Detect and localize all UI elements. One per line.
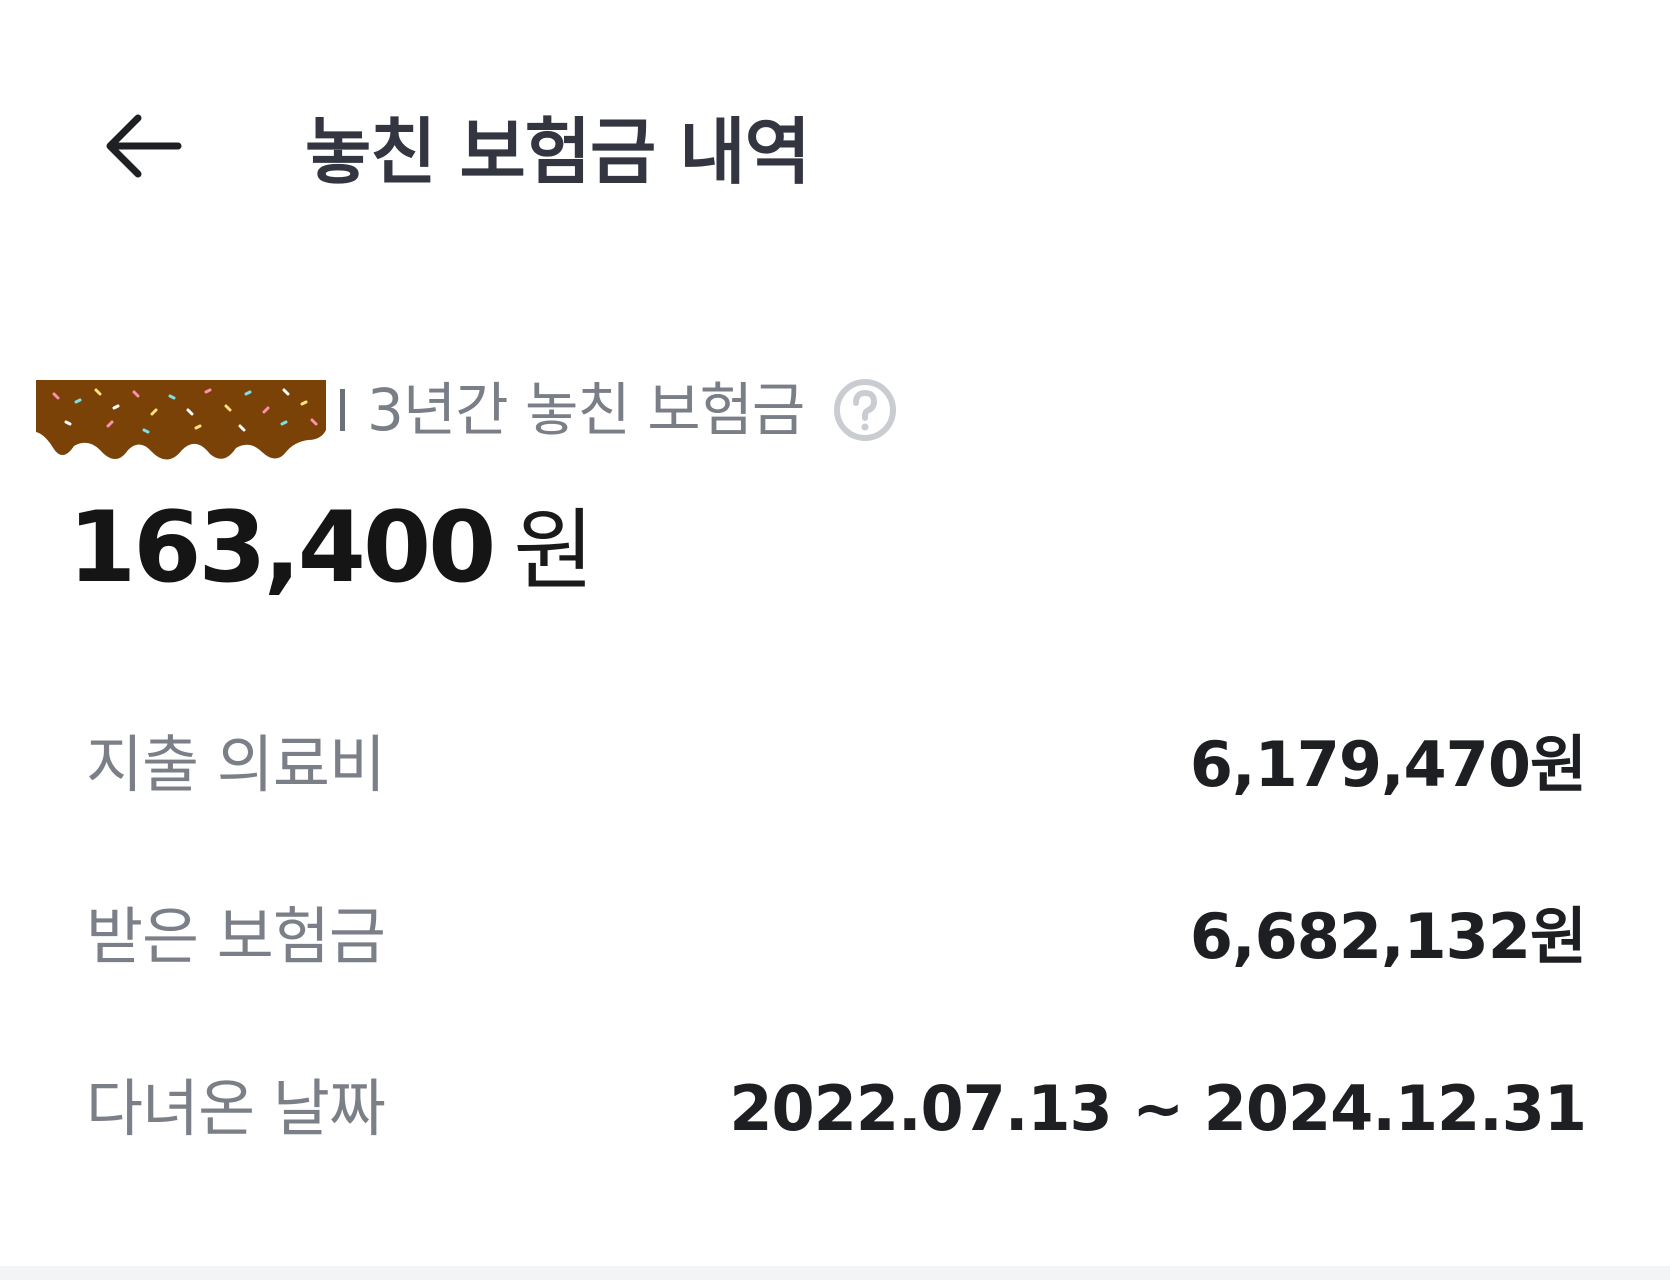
question-circle-icon[interactable] [832, 377, 898, 443]
detail-label: 지출 의료비 [86, 728, 386, 801]
detail-value: 6,179,470원 [1189, 728, 1587, 801]
detail-label: 다녀온 날짜 [86, 1072, 386, 1145]
detail-value: 6,682,132원 [1189, 900, 1587, 973]
detail-row-medical-expense: 지출 의료비 6,179,470원 [86, 720, 1587, 892]
detail-label: 받은 보험금 [86, 900, 386, 973]
missed-amount-unit: 원 [513, 499, 595, 602]
redaction-sticker [36, 380, 326, 460]
bottom-section-divider [0, 1266, 1670, 1280]
arrow-left-icon [106, 114, 182, 178]
missed-claims-summary: 3년간 놓친 보험금 163,400 원 [36, 370, 1436, 605]
missed-amount-value: 163,400 [68, 491, 496, 605]
summary-subtitle: 3년간 놓친 보험금 [367, 376, 805, 444]
details-list: 지출 의료비 6,179,470원 받은 보험금 6,682,132원 다녀온 … [86, 720, 1587, 1236]
detail-row-visit-dates: 다녀온 날짜 2022.07.13 ~ 2024.12.31 [86, 1064, 1587, 1236]
missed-amount: 163,400 원 [68, 480, 594, 607]
detail-value: 2022.07.13 ~ 2024.12.31 [729, 1072, 1587, 1145]
detail-row-received-claims: 받은 보험금 6,682,132원 [86, 892, 1587, 1064]
subtitle-row: 3년간 놓친 보험금 [340, 370, 898, 450]
app-header: 놓친 보험금 내역 [0, 0, 1670, 300]
page-title: 놓친 보험금 내역 [305, 110, 811, 194]
subtitle-divider [340, 389, 345, 431]
back-button[interactable] [98, 100, 190, 192]
